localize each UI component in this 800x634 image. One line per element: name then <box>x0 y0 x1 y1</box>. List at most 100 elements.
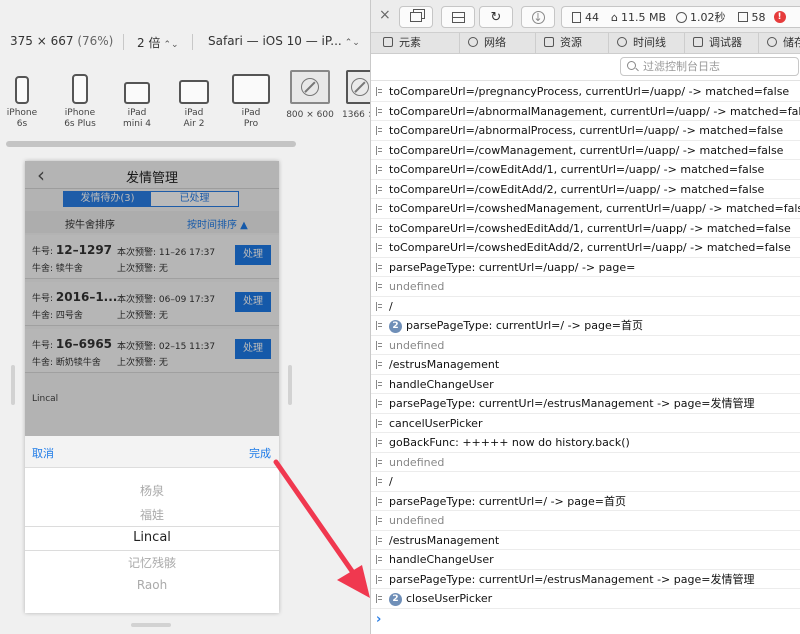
resize-handle-bottom[interactable] <box>131 623 171 627</box>
console-message[interactable]: toCompareUrl=/cowManagement, currentUrl=… <box>371 141 800 160</box>
tab-timeline[interactable]: 时间线 <box>608 33 692 54</box>
device-list-scrollbar[interactable] <box>6 141 296 147</box>
console-message-text: toCompareUrl=/cowshedEditAdd/2, currentU… <box>389 241 791 254</box>
console-message-text: 2 closeUserPicker <box>389 589 492 608</box>
timeline-icon <box>617 37 627 47</box>
console-message[interactable]: 2 parsePageType: currentUrl=/ -> page=首页 <box>371 316 800 336</box>
console-log[interactable]: toCompareUrl=/pregnancyProcess, currentU… <box>371 82 800 634</box>
console-message[interactable]: undefined <box>371 511 800 531</box>
inspector-toolbar: × ↻ ↓ 44 ⌂ 11.5 MB 1.02秒 58 ! <box>371 0 800 33</box>
device-ipad-pro[interactable]: iPad Pro <box>228 68 274 130</box>
resource-count[interactable]: 44 <box>585 11 599 24</box>
tab-storage[interactable]: 储存 <box>758 33 800 54</box>
console-message[interactable]: handleChangeUser <box>371 375 800 394</box>
picker-done-button[interactable]: 完成 <box>249 445 271 461</box>
message-count[interactable]: 58 <box>752 11 766 24</box>
tab-network[interactable]: 网络 <box>459 33 543 54</box>
console-message[interactable]: parsePageType: currentUrl=/ -> page=首页 <box>371 492 800 511</box>
console-filter-input[interactable] <box>620 57 799 76</box>
log-level-icon <box>376 87 383 96</box>
console-message[interactable]: undefined <box>371 336 800 355</box>
layout-button[interactable] <box>441 6 475 28</box>
ipad-icon <box>124 82 150 104</box>
modal-overlay[interactable] <box>25 161 279 436</box>
console-message[interactable]: / <box>371 472 800 492</box>
device-iphone-6s[interactable]: iPhone 6s <box>6 68 38 130</box>
picker-option-selected[interactable]: Lincal <box>25 530 279 545</box>
memory-size[interactable]: 11.5 MB <box>621 11 666 24</box>
console-message[interactable]: handleChangeUser <box>371 550 800 570</box>
picker-cancel-button[interactable]: 取消 <box>32 445 54 461</box>
console-message[interactable]: toCompareUrl=/abnormalManagement, curren… <box>371 102 800 121</box>
console-message[interactable]: / <box>371 297 800 316</box>
console-message-text: undefined <box>389 280 445 293</box>
elements-icon <box>383 37 393 47</box>
log-level-icon <box>376 126 383 135</box>
reload-icon: ↻ <box>490 9 502 25</box>
device-ipad-mini-4[interactable]: iPad mini 4 <box>118 68 156 130</box>
tab-resources[interactable]: 资源 <box>535 33 616 54</box>
tab-label: 时间线 <box>633 36 666 49</box>
console-message[interactable]: toCompareUrl=/cowEditAdd/2, currentUrl=/… <box>371 180 800 199</box>
user-agent-select[interactable]: Safari — iOS 10 — iP... ⌃⌄ <box>208 34 360 48</box>
console-message-text: parsePageType: currentUrl=/uapp/ -> page… <box>389 260 636 274</box>
console-message[interactable]: undefined <box>371 277 800 297</box>
console-message[interactable]: toCompareUrl=/cowshedManagement, current… <box>371 199 800 219</box>
picker-option[interactable]: 福娃 <box>25 506 279 523</box>
dock-button[interactable] <box>399 6 433 28</box>
console-message[interactable]: /estrusManagement <box>371 531 800 550</box>
console-message[interactable]: toCompareUrl=/cowshedEditAdd/2, currentU… <box>371 238 800 258</box>
log-level-icon <box>376 457 383 467</box>
device-800x600[interactable]: 800 × 600 <box>284 68 336 121</box>
resize-handle-left[interactable] <box>11 365 15 405</box>
ipad-icon <box>232 74 270 104</box>
console-message[interactable]: /estrusManagement <box>371 355 800 375</box>
log-level-icon <box>376 360 383 369</box>
divider <box>192 34 193 50</box>
user-picker-wheel[interactable]: 杨泉 福娃 Lincal 记忆残骸 Raoh <box>25 468 279 613</box>
device-iphone-6s-plus[interactable]: iPhone 6s Plus <box>60 68 100 130</box>
console-message-text: parsePageType: currentUrl=/estrusManagem… <box>389 397 755 410</box>
device-ipad-air-2[interactable]: iPad Air 2 <box>175 68 213 130</box>
console-filter-bar <box>371 55 800 81</box>
ipad-icon <box>179 80 209 104</box>
console-message[interactable]: goBackFunc: +++++ now do history.back() <box>371 433 800 453</box>
resize-handle-right[interactable] <box>288 365 292 405</box>
download-button[interactable]: ↓ <box>521 6 555 28</box>
pixel-ratio-select[interactable]: 2 倍 ⌃⌄ <box>137 34 179 51</box>
console-message[interactable]: parsePageType: currentUrl=/estrusManagem… <box>371 570 800 589</box>
console-message[interactable]: toCompareUrl=/abnormalProcess, currentUr… <box>371 121 800 141</box>
device-1366[interactable]: 1366 × <box>342 68 370 121</box>
log-level-icon <box>376 165 383 174</box>
console-message-text: 2 parsePageType: currentUrl=/ -> page=首页 <box>389 316 643 335</box>
console-message[interactable]: parsePageType: currentUrl=/estrusManagem… <box>371 394 800 414</box>
search-icon <box>627 61 636 70</box>
console-message[interactable]: 2 closeUserPicker <box>371 589 800 609</box>
tab-elements[interactable]: 元素 <box>371 33 459 54</box>
close-icon[interactable]: × <box>379 7 391 23</box>
load-time[interactable]: 1.02秒 <box>690 9 726 25</box>
console-message-text: toCompareUrl=/cowEditAdd/1, currentUrl=/… <box>389 163 765 176</box>
storage-icon <box>767 37 777 47</box>
console-message[interactable]: toCompareUrl=/cowshedEditAdd/1, currentU… <box>371 219 800 238</box>
monitor-icon <box>346 70 370 104</box>
picker-option[interactable]: 记忆残骸 <box>25 554 279 571</box>
console-prompt[interactable]: › <box>376 612 381 627</box>
reload-button[interactable]: ↻ <box>479 6 513 28</box>
tab-debugger[interactable]: 调试器 <box>684 33 766 54</box>
log-level-icon <box>376 184 383 194</box>
console-message[interactable]: parsePageType: currentUrl=/uapp/ -> page… <box>371 258 800 277</box>
picker-option[interactable]: 杨泉 <box>25 482 279 499</box>
console-message[interactable]: toCompareUrl=/pregnancyProcess, currentU… <box>371 82 800 102</box>
console-message[interactable]: toCompareUrl=/cowEditAdd/1, currentUrl=/… <box>371 160 800 180</box>
tab-label: 网络 <box>484 36 506 49</box>
console-message[interactable]: cancelUserPicker <box>371 414 800 433</box>
error-icon[interactable]: ! <box>773 11 786 23</box>
log-level-icon <box>376 438 383 447</box>
log-level-icon <box>376 555 383 564</box>
console-message-text: parsePageType: currentUrl=/ -> page=首页 <box>389 494 626 508</box>
viewport-size[interactable]: 375 × 667 (76%) <box>10 34 113 48</box>
picker-option[interactable]: Raoh <box>25 578 279 592</box>
device-label: iPad Air 2 <box>183 108 205 129</box>
console-message[interactable]: undefined <box>371 453 800 472</box>
